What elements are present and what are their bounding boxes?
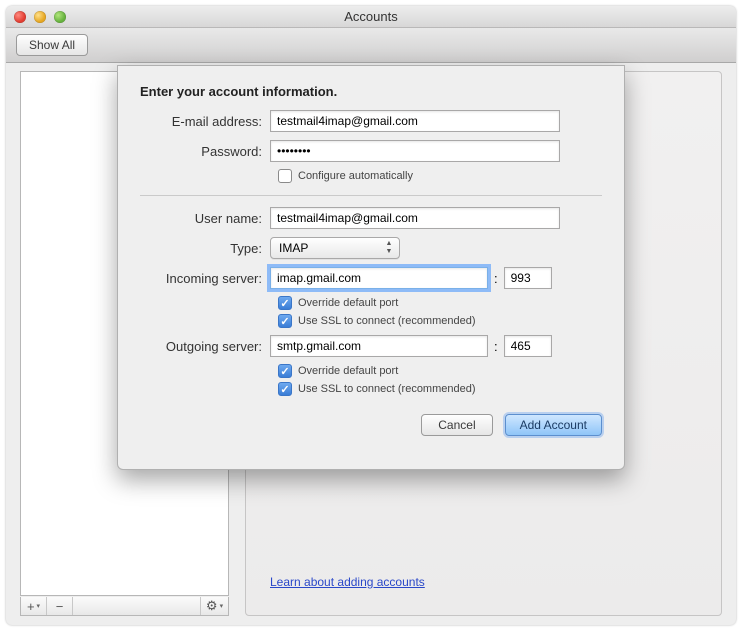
outgoing-override-port-checkbox[interactable] — [278, 364, 292, 378]
email-field[interactable] — [270, 110, 560, 132]
type-select[interactable]: IMAP ▲▼ — [270, 237, 400, 259]
outgoing-port-field[interactable] — [504, 335, 552, 357]
port-separator: : — [488, 271, 504, 286]
password-label: Password: — [140, 144, 270, 159]
remove-account-button[interactable]: − — [47, 597, 73, 615]
sidebar-toolbar: + ▾ − ⚙ ▾ — [20, 597, 229, 616]
learn-about-adding-accounts-link[interactable]: Learn about adding accounts — [270, 575, 425, 589]
toolbar: Show All — [6, 28, 736, 63]
titlebar: Accounts — [6, 6, 736, 28]
incoming-use-ssl-checkbox[interactable] — [278, 314, 292, 328]
outgoing-use-ssl-checkbox[interactable] — [278, 382, 292, 396]
password-field[interactable] — [270, 140, 560, 162]
email-label: E-mail address: — [140, 114, 270, 129]
close-window-button[interactable] — [14, 11, 26, 23]
outgoing-server-label: Outgoing server: — [140, 339, 270, 354]
gear-icon: ⚙ — [206, 598, 218, 614]
configure-automatically-checkbox[interactable] — [278, 169, 292, 183]
show-all-button[interactable]: Show All — [16, 34, 88, 56]
divider — [140, 195, 602, 196]
options-button[interactable]: ⚙ ▾ — [200, 597, 228, 615]
incoming-port-field[interactable] — [504, 267, 552, 289]
select-arrows-icon: ▲▼ — [383, 240, 395, 256]
configure-automatically-label: Configure automatically — [298, 170, 413, 182]
minimize-window-button[interactable] — [34, 11, 46, 23]
port-separator: : — [488, 339, 504, 354]
outgoing-server-field[interactable] — [270, 335, 488, 357]
zoom-window-button[interactable] — [54, 11, 66, 23]
accounts-window: Accounts Show All + ▾ − ⚙ ▾ Learn about … — [6, 6, 736, 625]
plus-icon: + — [27, 599, 35, 614]
sheet-heading: Enter your account information. — [140, 84, 602, 99]
add-account-sheet: Enter your account information. E-mail a… — [117, 65, 625, 470]
add-account-button[interactable]: Add Account — [505, 414, 602, 436]
window-title: Accounts — [6, 6, 736, 28]
incoming-server-field[interactable] — [270, 267, 488, 289]
username-label: User name: — [140, 211, 270, 226]
incoming-override-port-label: Override default port — [298, 297, 398, 309]
type-select-value: IMAP — [279, 241, 308, 255]
type-label: Type: — [140, 241, 270, 256]
add-account-icon[interactable]: + ▾ — [21, 597, 47, 615]
username-field[interactable] — [270, 207, 560, 229]
cancel-button[interactable]: Cancel — [421, 414, 492, 436]
incoming-server-label: Incoming server: — [140, 271, 270, 286]
incoming-override-port-checkbox[interactable] — [278, 296, 292, 310]
incoming-use-ssl-label: Use SSL to connect (recommended) — [298, 315, 476, 327]
outgoing-override-port-label: Override default port — [298, 365, 398, 377]
outgoing-use-ssl-label: Use SSL to connect (recommended) — [298, 383, 476, 395]
